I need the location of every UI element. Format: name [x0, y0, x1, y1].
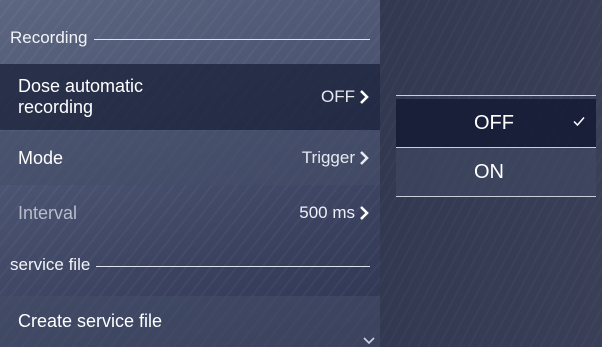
- dose-automatic-recording-label: Dose automatic recording: [18, 76, 144, 117]
- dose-automatic-recording-row[interactable]: Dose automatic recording OFF: [0, 64, 380, 130]
- mode-value-text: Trigger: [301, 148, 355, 167]
- option-on[interactable]: ON: [396, 148, 596, 196]
- dose-automatic-recording-value: OFF: [321, 87, 370, 107]
- check-icon: [573, 117, 585, 127]
- create-service-file-label: Create service file: [18, 311, 163, 331]
- chevron-down-icon[interactable]: [362, 336, 376, 346]
- option-off[interactable]: OFF: [396, 99, 596, 147]
- interval-value: 500 ms: [299, 203, 370, 223]
- mode-row[interactable]: Mode Trigger: [0, 131, 380, 185]
- section-title-service-file: service file: [10, 255, 91, 274]
- section-header-service-file: service file: [0, 245, 380, 285]
- section-title-recording: Recording: [10, 28, 88, 47]
- interval-label: Interval: [18, 202, 78, 223]
- section-divider-line: [96, 265, 370, 267]
- settings-panel: Recording Dose automatic recording OFF M…: [0, 0, 380, 347]
- option-on-label: ON: [474, 160, 504, 183]
- chevron-right-icon: [360, 151, 369, 165]
- dose-automatic-recording-value-text: OFF: [321, 87, 355, 106]
- interval-row[interactable]: Interval 500 ms: [0, 187, 380, 239]
- dropdown-top-divider: [396, 95, 596, 96]
- mode-value: Trigger: [302, 148, 370, 168]
- chevron-right-icon: [360, 206, 369, 220]
- mode-label: Mode: [18, 147, 64, 168]
- dropdown-bottom-divider: [396, 196, 596, 197]
- chevron-right-icon: [360, 90, 369, 104]
- section-divider-line: [93, 38, 370, 40]
- interval-value-text: 500 ms: [299, 203, 355, 222]
- option-off-label: OFF: [474, 111, 514, 134]
- create-service-file-row[interactable]: Create service file: [0, 296, 380, 347]
- section-header-recording: Recording: [0, 18, 380, 58]
